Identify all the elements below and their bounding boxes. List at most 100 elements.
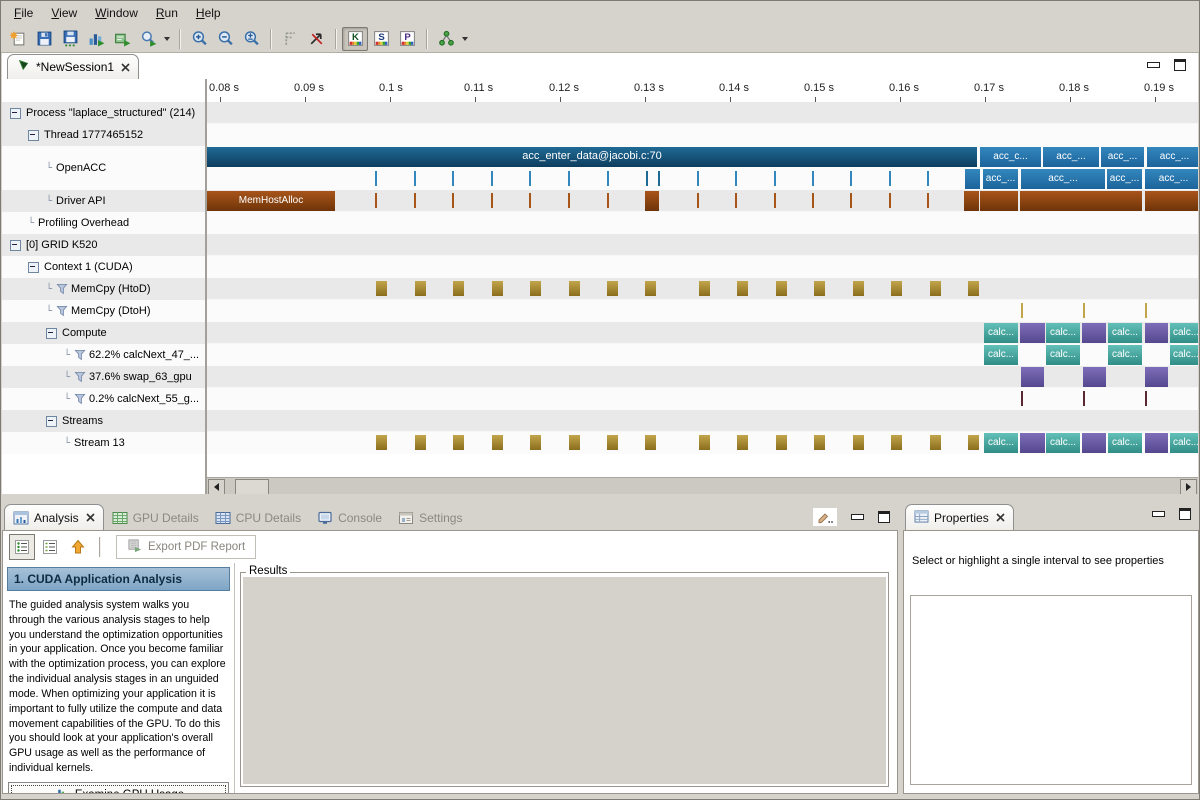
interval-tick[interactable]	[697, 171, 699, 186]
unguided-analysis-button[interactable]	[37, 534, 63, 560]
tree-row-context-1-cuda[interactable]: Context 1 (CUDA)	[2, 256, 205, 278]
interval-tick[interactable]	[568, 171, 570, 186]
menu-run[interactable]: Run	[147, 3, 187, 23]
interval[interactable]	[607, 435, 618, 450]
interval[interactable]	[776, 281, 787, 296]
interval[interactable]	[737, 281, 748, 296]
interval-tick[interactable]	[491, 193, 493, 208]
collapse-toggle[interactable]	[28, 262, 39, 273]
interval-tick[interactable]	[1021, 303, 1023, 318]
interval[interactable]	[968, 435, 979, 450]
interval-calc[interactable]: calc...	[1108, 323, 1142, 343]
tree-row-streams[interactable]: Streams	[2, 410, 205, 432]
tree-row-process-laplace-structured-214[interactable]: Process "laplace_structured" (214)	[2, 102, 205, 124]
promote-analysis-button[interactable]	[65, 534, 91, 560]
interval-calc[interactable]: calc...	[1046, 345, 1080, 365]
collapse-toggle[interactable]	[10, 240, 21, 251]
interval-acc[interactable]: acc_...	[1107, 169, 1142, 189]
stream-timeline-button[interactable]: S	[368, 27, 394, 51]
interval-acc[interactable]: acc_...	[1101, 147, 1144, 167]
interval-tick[interactable]	[607, 193, 609, 208]
export-pdf-button[interactable]: Export PDF Report	[116, 535, 256, 559]
interval[interactable]	[376, 435, 387, 450]
tree-row-openacc[interactable]: └OpenACC	[2, 146, 205, 190]
collect-metrics-dropdown-caret[interactable]	[164, 37, 170, 41]
scroll-right-arrow[interactable]	[1180, 479, 1197, 494]
interval[interactable]	[415, 281, 426, 296]
interval-tick[interactable]	[1145, 391, 1147, 406]
tree-row-compute[interactable]: Compute	[2, 322, 205, 344]
tree-row-profiling-overhead[interactable]: └Profiling Overhead	[2, 212, 205, 234]
interval[interactable]	[645, 191, 659, 211]
tree-row-62-2-calcnext-47[interactable]: └62.2% calcNext_47_...	[2, 344, 205, 366]
interval[interactable]	[891, 435, 902, 450]
interval-calc[interactable]: calc...	[984, 323, 1018, 343]
interval[interactable]	[645, 435, 656, 450]
interval-tick[interactable]	[607, 171, 609, 186]
interval-calc[interactable]: calc...	[1170, 345, 1198, 365]
save-session-button[interactable]	[31, 27, 57, 51]
zoom-out-button[interactable]	[212, 27, 238, 51]
interval[interactable]	[645, 281, 656, 296]
interval-tick[interactable]	[850, 171, 852, 186]
menu-window[interactable]: Window	[86, 3, 147, 23]
interval-tick[interactable]	[529, 193, 531, 208]
interval-memhostalloc[interactable]: MemHostAlloc	[207, 191, 335, 211]
interval-tick[interactable]	[529, 171, 531, 186]
close-icon[interactable]	[86, 513, 95, 522]
tab-session[interactable]: *NewSession1	[7, 54, 139, 79]
interval[interactable]	[415, 435, 426, 450]
menu-file[interactable]: File	[5, 3, 42, 23]
interval[interactable]	[853, 281, 864, 296]
tree-row-memcpy-dtoh[interactable]: └MemCpy (DtoH)	[2, 300, 205, 322]
interval[interactable]	[607, 281, 618, 296]
menu-help[interactable]: Help	[187, 3, 230, 23]
interval-tick[interactable]	[735, 171, 737, 186]
process-timeline-button[interactable]: P	[394, 27, 420, 51]
tree-row-0-grid-k520[interactable]: [0] GRID K520	[2, 234, 205, 256]
analysis-topology-dropdown-caret[interactable]	[462, 37, 468, 41]
interval[interactable]	[1145, 191, 1198, 211]
tab-gpu-details[interactable]: GPU Details	[104, 505, 207, 530]
minimize-icon[interactable]	[1152, 511, 1165, 517]
interval[interactable]	[814, 435, 825, 450]
interval-calc[interactable]: calc...	[1046, 323, 1080, 343]
interval-tick[interactable]	[774, 193, 776, 208]
tab-console[interactable]: Console	[309, 505, 390, 530]
interval-calc[interactable]: calc...	[1170, 433, 1198, 453]
tab-settings[interactable]: Settings	[390, 505, 470, 530]
view-menu-icon[interactable]	[813, 508, 837, 526]
interval-calc[interactable]: calc...	[1170, 323, 1198, 343]
examine-gpu-usage-button[interactable]: Examine GPU Usage	[8, 782, 229, 793]
interval-tick[interactable]	[697, 193, 699, 208]
interval-tick[interactable]	[889, 171, 891, 186]
interval-acc[interactable]: acc_...	[983, 169, 1018, 189]
interval[interactable]	[492, 281, 503, 296]
save-all-button[interactable]	[57, 27, 83, 51]
interval[interactable]	[569, 281, 580, 296]
interval-calc[interactable]: calc...	[1108, 433, 1142, 453]
goto-marker-button[interactable]	[303, 27, 329, 51]
collapse-toggle[interactable]	[46, 328, 57, 339]
timeline-hscrollbar[interactable]	[207, 477, 1198, 494]
interval[interactable]	[1020, 323, 1045, 343]
scrollbar-thumb[interactable]	[235, 479, 269, 494]
tree-row-memcpy-htod[interactable]: └MemCpy (HtoD)	[2, 278, 205, 300]
interval-acc[interactable]: acc_...	[1147, 147, 1198, 167]
interval-tick[interactable]	[812, 193, 814, 208]
interval[interactable]	[530, 435, 541, 450]
interval[interactable]	[569, 435, 580, 450]
interval[interactable]	[965, 169, 980, 189]
interval[interactable]	[1145, 367, 1168, 387]
interval[interactable]	[699, 281, 710, 296]
menu-view[interactable]: View	[42, 3, 86, 23]
interval[interactable]	[930, 435, 941, 450]
interval-acc[interactable]: acc_...	[1043, 147, 1099, 167]
interval-tick[interactable]	[774, 171, 776, 186]
interval-tick[interactable]	[1083, 391, 1085, 406]
guided-analysis-button[interactable]	[9, 534, 35, 560]
interval[interactable]	[1145, 323, 1168, 343]
interval-tick[interactable]	[646, 171, 648, 186]
tab-analysis[interactable]: Analysis	[4, 504, 104, 530]
interval-tick[interactable]	[414, 193, 416, 208]
